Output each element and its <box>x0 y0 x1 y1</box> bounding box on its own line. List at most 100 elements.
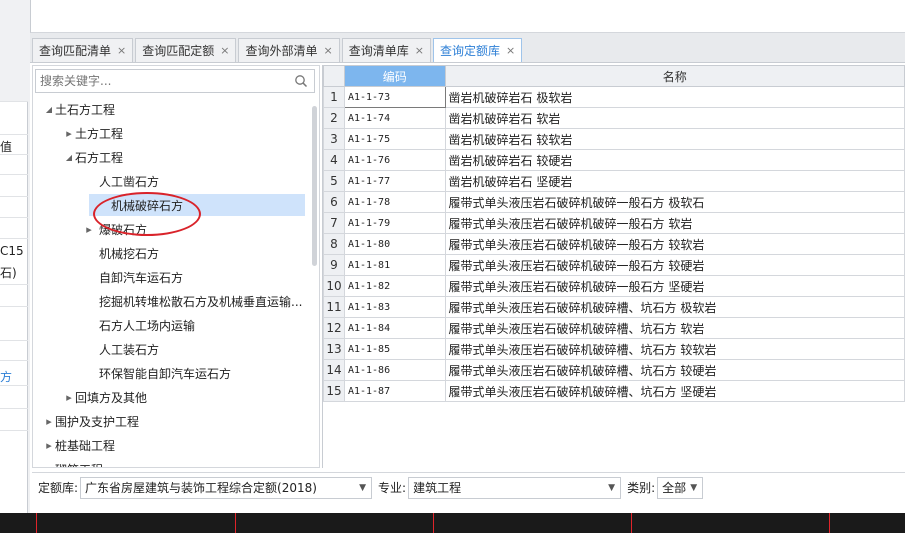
name-cell[interactable]: 履带式单头液压岩石破碎机破碎槽、坑石方 极软岩 <box>444 296 905 318</box>
name-cell[interactable]: 履带式单头液压岩石破碎机破碎一般石方 较硬岩 <box>444 254 905 276</box>
row-number: 9 <box>323 254 345 276</box>
name-cell[interactable]: 履带式单头液压岩石破碎机破碎槽、坑石方 软岩 <box>444 317 905 339</box>
table-row[interactable]: 1 A1-1-73 凿岩机破碎岩石 极软岩 <box>323 86 905 108</box>
search-box[interactable] <box>35 69 315 93</box>
code-cell[interactable]: A1-1-76 <box>343 149 446 171</box>
collapse-arrow-icon[interactable]: ◢ <box>63 153 75 162</box>
major-select-value: 建筑工程 <box>413 481 462 495</box>
code-cell[interactable]: A1-1-85 <box>343 338 446 360</box>
table-row[interactable]: 15 A1-1-87 履带式单头液压岩石破碎机破碎槽、坑石方 坚硬岩 <box>323 380 905 402</box>
tree-node[interactable]: 机械挖石方 <box>83 242 159 264</box>
collapse-arrow-icon[interactable]: ◢ <box>43 105 55 114</box>
code-cell[interactable]: A1-1-81 <box>343 254 446 276</box>
code-cell[interactable]: A1-1-80 <box>343 233 446 255</box>
tree-node[interactable]: 石方人工场内运输 <box>83 314 195 336</box>
code-cell[interactable]: A1-1-84 <box>343 317 446 339</box>
name-cell[interactable]: 凿岩机破碎岩石 极软岩 <box>444 86 905 108</box>
tree-node[interactable]: 环保智能自卸汽车运石方 <box>83 362 231 384</box>
table-row[interactable]: 10 A1-1-82 履带式单头液压岩石破碎机破碎一般石方 坚硬岩 <box>323 275 905 297</box>
tab-label: 查询定额库 <box>439 44 500 58</box>
column-header-name[interactable]: 名称 <box>444 65 905 87</box>
tree-node[interactable]: ◢ 石方工程 <box>63 146 123 168</box>
tab-0[interactable]: 查询匹配清单 × <box>32 38 134 62</box>
code-cell[interactable]: A1-1-75 <box>343 128 446 150</box>
top-content-area <box>30 0 905 33</box>
name-cell[interactable]: 履带式单头液压岩石破碎机破碎一般石方 软岩 <box>444 212 905 234</box>
table-row[interactable]: 14 A1-1-86 履带式单头液压岩石破碎机破碎槽、坑石方 较硬岩 <box>323 359 905 381</box>
column-header-code[interactable]: 编码 <box>343 65 446 87</box>
table-row[interactable]: 11 A1-1-83 履带式单头液压岩石破碎机破碎槽、坑石方 极软岩 <box>323 296 905 318</box>
tab-label: 查询外部清单 <box>245 44 318 58</box>
name-cell[interactable]: 履带式单头液压岩石破碎机破碎一般石方 较软岩 <box>444 233 905 255</box>
tree-node[interactable]: 人工装石方 <box>83 338 159 360</box>
name-cell[interactable]: 履带式单头液压岩石破碎机破碎一般石方 坚硬岩 <box>444 275 905 297</box>
tree-node[interactable]: 挖掘机转堆松散石方及机械垂直运输... <box>83 290 302 312</box>
library-select[interactable]: 广东省房屋建筑与装饰工程综合定额(2018) ▼ <box>80 476 373 499</box>
expand-arrow-icon[interactable]: ▸ <box>43 415 55 428</box>
tree-node[interactable]: ▸ 回填方及其他 <box>63 386 147 408</box>
close-icon[interactable]: × <box>323 44 332 57</box>
tree-node-label: 土石方工程 <box>55 102 116 117</box>
table-row[interactable]: 8 A1-1-80 履带式单头液压岩石破碎机破碎一般石方 较软岩 <box>323 233 905 255</box>
library-select-value: 广东省房屋建筑与装饰工程综合定额(2018) <box>85 481 317 495</box>
code-cell[interactable]: A1-1-87 <box>343 380 446 402</box>
expand-arrow-icon[interactable]: ▸ <box>63 127 75 140</box>
name-cell[interactable]: 履带式单头液压岩石破碎机破碎槽、坑石方 较软岩 <box>444 338 905 360</box>
tree-node[interactable]: ◢ 土石方工程 <box>43 98 115 120</box>
code-cell[interactable]: A1-1-73 <box>343 86 446 108</box>
close-icon[interactable]: × <box>506 44 515 57</box>
category-select[interactable]: 全部 ▼ <box>657 476 704 499</box>
name-cell[interactable]: 凿岩机破碎岩石 较硬岩 <box>444 149 905 171</box>
expand-arrow-icon[interactable]: ▸ <box>83 223 95 236</box>
tab-2[interactable]: 查询外部清单 × <box>238 38 340 62</box>
table-row[interactable]: 12 A1-1-84 履带式单头液压岩石破碎机破碎槽、坑石方 软岩 <box>323 317 905 339</box>
search-input[interactable] <box>40 74 290 88</box>
query-panel: ◢土石方工程▸土方工程◢石方工程人工凿石方机械破碎石方▸爆破石方机械挖石方自卸汽… <box>30 62 905 513</box>
tab-4[interactable]: 查询定额库 × <box>432 38 523 62</box>
row-number: 1 <box>323 86 345 108</box>
code-cell[interactable]: A1-1-79 <box>343 212 446 234</box>
close-icon[interactable]: × <box>220 44 229 57</box>
table-row[interactable]: 6 A1-1-78 履带式单头液压岩石破碎机破碎一般石方 极软石 <box>323 191 905 213</box>
expand-arrow-icon[interactable]: ▸ <box>43 463 55 468</box>
tree-node[interactable]: ▸ 围护及支护工程 <box>43 410 139 432</box>
table-row[interactable]: 9 A1-1-81 履带式单头液压岩石破碎机破碎一般石方 较硬岩 <box>323 254 905 276</box>
code-cell[interactable]: A1-1-77 <box>343 170 446 192</box>
chevron-down-icon: ▼ <box>690 482 698 493</box>
code-cell[interactable]: A1-1-78 <box>343 191 446 213</box>
code-cell[interactable]: A1-1-83 <box>343 296 446 318</box>
tree-scrollbar[interactable] <box>312 106 317 266</box>
close-icon[interactable]: × <box>415 44 424 57</box>
table-row[interactable]: 7 A1-1-79 履带式单头液压岩石破碎机破碎一般石方 软岩 <box>323 212 905 234</box>
expand-arrow-icon[interactable]: ▸ <box>63 391 75 404</box>
row-number: 4 <box>323 149 345 171</box>
left-panel-body <box>0 101 28 513</box>
tab-3[interactable]: 查询清单库 × <box>341 38 431 62</box>
tree-node[interactable]: ▸砌筑工程 <box>43 458 103 468</box>
tree-node[interactable]: ▸ 土方工程 <box>63 122 123 144</box>
quota-table-panel: 编码 名称 1 A1-1-73 凿岩机破碎岩石 极软岩 2 A1-1-74 凿岩机破碎岩石… <box>322 65 905 468</box>
name-cell[interactable]: 履带式单头液压岩石破碎机破碎槽、坑石方 较硬岩 <box>444 359 905 381</box>
code-cell[interactable]: A1-1-86 <box>343 359 446 381</box>
major-select[interactable]: 建筑工程 ▼ <box>408 476 622 499</box>
tab-1[interactable]: 查询匹配定额 × <box>135 38 237 62</box>
tree-node[interactable]: 人工凿石方 <box>83 170 159 192</box>
search-icon[interactable] <box>294 74 308 88</box>
table-row[interactable]: 5 A1-1-77 凿岩机破碎岩石 坚硬岩 <box>323 170 905 192</box>
table-row[interactable]: 2 A1-1-74 凿岩机破碎岩石 软岩 <box>323 107 905 129</box>
table-row[interactable]: 13 A1-1-85 履带式单头液压岩石破碎机破碎槽、坑石方 较软岩 <box>323 338 905 360</box>
table-row[interactable]: 3 A1-1-75 凿岩机破碎岩石 较软岩 <box>323 128 905 150</box>
expand-arrow-icon[interactable]: ▸ <box>43 439 55 452</box>
code-cell[interactable]: A1-1-82 <box>343 275 446 297</box>
close-icon[interactable]: × <box>117 44 126 57</box>
table-row[interactable]: 4 A1-1-76 凿岩机破碎岩石 较硬岩 <box>323 149 905 171</box>
name-cell[interactable]: 履带式单头液压岩石破碎机破碎一般石方 极软石 <box>444 191 905 213</box>
tree-node[interactable]: 自卸汽车运石方 <box>83 266 183 288</box>
name-cell[interactable]: 凿岩机破碎岩石 坚硬岩 <box>444 170 905 192</box>
code-cell[interactable]: A1-1-74 <box>343 107 446 129</box>
name-cell[interactable]: 凿岩机破碎岩石 较软岩 <box>444 128 905 150</box>
name-cell[interactable]: 凿岩机破碎岩石 软岩 <box>444 107 905 129</box>
tree-node[interactable]: ▸ 桩基础工程 <box>43 434 115 456</box>
name-cell[interactable]: 履带式单头液压岩石破碎机破碎槽、坑石方 坚硬岩 <box>444 380 905 402</box>
category-tree-panel: ◢土石方工程▸土方工程◢石方工程人工凿石方机械破碎石方▸爆破石方机械挖石方自卸汽… <box>32 65 320 468</box>
